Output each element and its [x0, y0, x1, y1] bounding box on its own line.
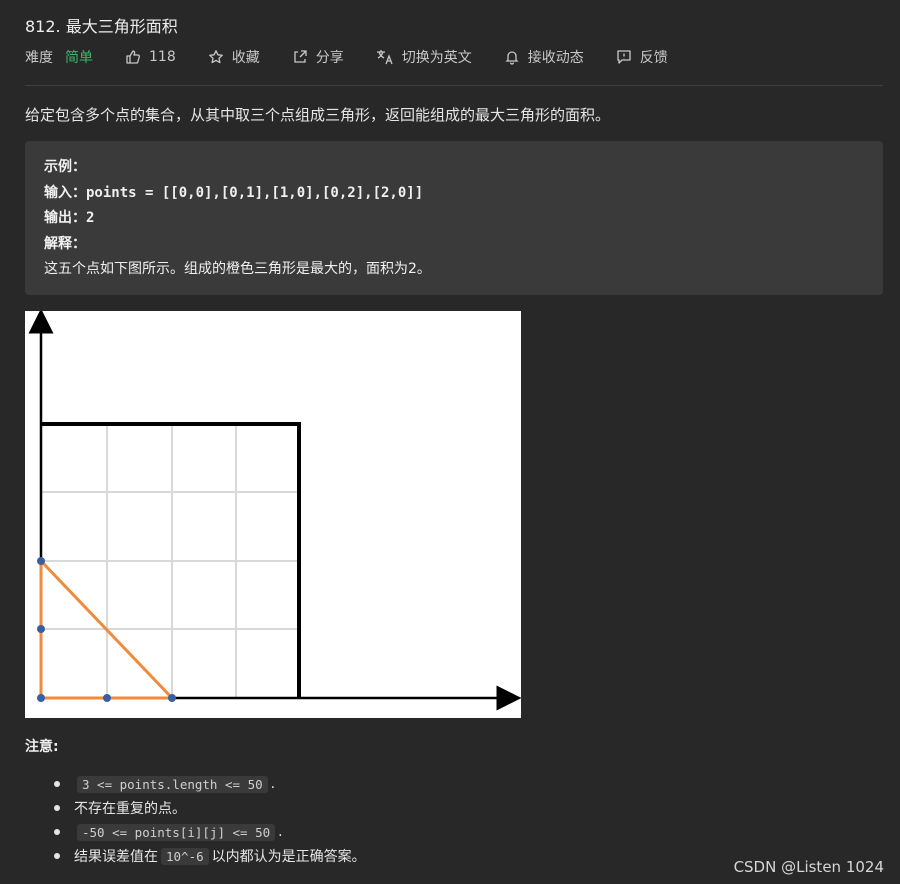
- example-figure: [25, 308, 522, 718]
- thumbs-up-icon: [125, 49, 141, 65]
- input-label: 输入：: [44, 184, 86, 201]
- example-block: 示例： 输入：points = [[0,0],[0,1],[1,0],[0,2]…: [25, 141, 883, 295]
- translate-button[interactable]: 切换为英文: [376, 47, 472, 67]
- list-item: -50 <= points[i][j] <= 50.: [54, 820, 366, 844]
- grid-lines: [41, 424, 299, 698]
- constraints-list: 3 <= points.length <= 50. 不存在重复的点。 -50 <…: [54, 772, 366, 868]
- point-0-2: [37, 557, 45, 565]
- triangle-diagram: [28, 308, 522, 711]
- like-button[interactable]: 118: [125, 49, 176, 65]
- like-count: 118: [149, 49, 176, 65]
- constraint-code: 10^-6: [161, 847, 209, 865]
- bell-icon: [504, 49, 520, 65]
- point-2-0: [168, 694, 176, 702]
- list-item: 3 <= points.length <= 50.: [54, 772, 366, 796]
- constraint-code: -50 <= points[i][j] <= 50: [77, 823, 276, 841]
- point-0-1: [37, 625, 45, 633]
- notes-title: 注意:: [25, 739, 59, 755]
- difficulty-badge: 简单: [65, 50, 93, 66]
- output-label: 输出：: [44, 210, 86, 226]
- feedback-icon: [616, 49, 632, 65]
- star-icon: [208, 49, 224, 65]
- constraint-code: 3 <= points.length <= 50: [77, 775, 268, 793]
- problem-title: 812. 最大三角形面积: [25, 17, 178, 36]
- csdn-watermark: CSDN @Listen 1024: [733, 858, 884, 876]
- feedback-button[interactable]: 反馈: [616, 47, 668, 67]
- share-label: 分享: [315, 50, 344, 66]
- output-value: 2: [86, 210, 95, 226]
- explain-text: 这五个点如下图所示。组成的橙色三角形是最大的，面积为2。: [44, 261, 431, 277]
- input-value: points = [[0,0],[0,1],[1,0],[0,2],[2,0]]: [86, 184, 424, 201]
- explain-label: 解释：: [44, 235, 86, 252]
- favorite-label: 收藏: [231, 50, 260, 66]
- point-0-0: [37, 694, 45, 702]
- translate-icon: [376, 49, 394, 65]
- feedback-label: 反馈: [639, 50, 668, 66]
- problem-meta-bar: 难度 简单 118 收藏 分享 切换为英文 接收动态 反馈: [25, 46, 700, 68]
- translate-label: 切换为英文: [401, 50, 472, 66]
- header-divider: [25, 85, 883, 86]
- share-icon: [292, 49, 308, 65]
- share-button[interactable]: 分享: [292, 47, 344, 67]
- constraint-text: 不存在重复的点。: [74, 801, 186, 817]
- list-item: 不存在重复的点。: [54, 796, 366, 820]
- problem-description: 给定包含多个点的集合，从其中取三个点组成三角形，返回能组成的最大三角形的面积。: [25, 106, 611, 124]
- list-item: 结果误差值在 10^-6 以内都认为是正确答案。: [54, 844, 366, 868]
- subscribe-label: 接收动态: [527, 50, 584, 66]
- example-heading: 示例：: [44, 159, 86, 175]
- favorite-button[interactable]: 收藏: [208, 47, 260, 67]
- difficulty-label: 难度: [25, 50, 53, 66]
- subscribe-button[interactable]: 接收动态: [504, 47, 584, 67]
- point-1-0: [103, 694, 111, 702]
